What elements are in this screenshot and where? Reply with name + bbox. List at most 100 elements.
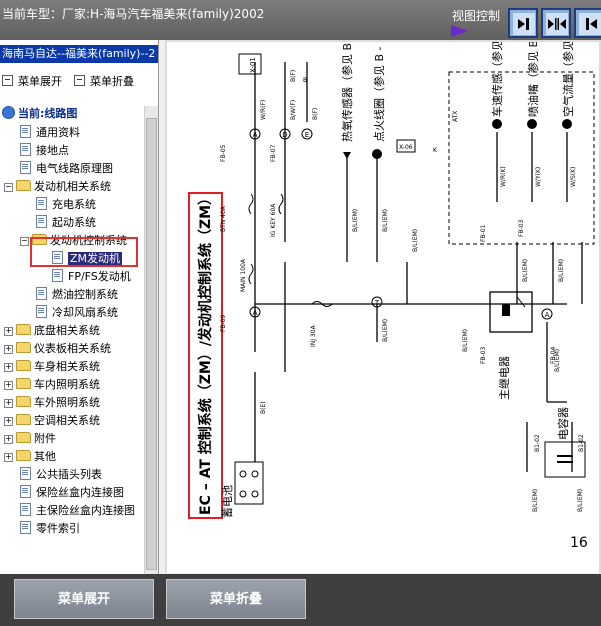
label-wr-f: W/R(F) (260, 100, 267, 120)
tree-root[interactable]: 当前:线路图 (2, 106, 77, 122)
tree-item-label: FP/FS发动机 (68, 270, 131, 283)
tree-item-label: 发动机相关系统 (34, 180, 111, 193)
label-atx: ATX (452, 111, 459, 122)
document-icon (20, 467, 31, 480)
tree-item-label: 车外照明系统 (34, 396, 100, 409)
label-bl-em-4: B/L(EM) (382, 319, 389, 342)
tree-item[interactable]: + 车身相关系统 (4, 359, 100, 375)
arrow-right-bar-icon (513, 13, 535, 35)
view-right-button[interactable] (508, 8, 538, 38)
tree-item[interactable]: + 底盘相关系统 (4, 323, 100, 339)
document-icon (52, 269, 63, 282)
expand-box-icon[interactable]: + (4, 417, 13, 426)
collapse-icon (74, 75, 85, 86)
tree-item[interactable]: 公共插头列表 (20, 467, 102, 483)
split-arrows-icon (546, 13, 568, 35)
label-x01: X-01 (249, 57, 257, 73)
tree-item[interactable]: + 车内照明系统 (4, 377, 100, 393)
tree-view: 当前:线路图 通用资料 接地点 电气线路原理图 − 发动机相关系统 充电系统 起动… (0, 106, 144, 574)
tree-vertical-scrollbar[interactable] (144, 106, 158, 576)
collapse-box-icon[interactable]: − (4, 183, 13, 192)
expand-box-icon[interactable]: + (4, 381, 13, 390)
tree-item-label: 起动系统 (52, 216, 96, 229)
label-bl-em-1: B/L(EM) (352, 209, 359, 232)
document-icon (36, 287, 47, 300)
menu-collapse-button[interactable]: 菜单折叠 (166, 579, 306, 619)
label-b-e: B(E) (260, 401, 267, 414)
expand-box-icon[interactable]: + (4, 453, 13, 462)
expand-box-icon[interactable]: + (4, 399, 13, 408)
collapse-box-icon[interactable]: − (20, 237, 29, 246)
tree-item-label: 车身相关系统 (34, 360, 100, 373)
view-control-label: 视图控制 (452, 9, 501, 23)
label-bl-em-2: B/L(EM) (382, 209, 389, 232)
tree-item-label: 保险丝盒内连接图 (36, 486, 124, 499)
left-panel: 海南马自达--福美来(family)--2 菜单展开 菜单折叠 当前:线路图 通… (0, 40, 159, 590)
label-b-f2: B(F) (290, 70, 297, 82)
document-icon (36, 197, 47, 210)
document-icon (20, 125, 31, 138)
tree-item[interactable]: − 发动机相关系统 (4, 179, 111, 195)
expand-box-icon[interactable]: + (4, 435, 13, 444)
tree-item-label: 底盘相关系统 (34, 324, 100, 337)
tree-item-label: 零件索引 (36, 522, 80, 535)
tree-item[interactable]: FP/FS发动机 (52, 269, 131, 285)
tree-item-label: 公共插头列表 (36, 468, 102, 481)
document-icon (20, 503, 31, 516)
page-number: 16 (570, 535, 588, 551)
caption-main-relay: 主继电器 (498, 356, 511, 400)
expand-box-icon[interactable]: + (4, 327, 13, 336)
tree-item[interactable]: + 附件 (4, 431, 56, 447)
tree-item[interactable]: 保险丝盒内连接图 (20, 485, 124, 501)
label-bw-f: B/W(F) (290, 100, 297, 120)
folder-icon (16, 396, 31, 407)
tree-item[interactable]: + 空调相关系统 (4, 413, 100, 429)
tree-item-label: 仪表板相关系统 (34, 342, 111, 355)
tree-item[interactable]: 零件索引 (20, 521, 80, 537)
caption-oxygen-sensor: 热氧传感器（参见 B - 1e） (340, 42, 354, 142)
tree-item-label: 电气线路原理图 (36, 162, 113, 175)
tree-item[interactable]: 通用资料 (20, 125, 80, 141)
document-icon (20, 143, 31, 156)
menu-expand-small-label: 菜单展开 (18, 75, 62, 88)
tree-item[interactable]: 起动系统 (36, 215, 96, 231)
view-split-button[interactable] (541, 8, 571, 38)
tree-item[interactable]: 充电系统 (36, 197, 96, 213)
document-icon (36, 305, 47, 318)
tree-item-label: 主保险丝盒内连接图 (36, 504, 135, 517)
diagram-viewer[interactable]: EC – AT 控制系统（ZM）/发动机控制系统（ZM） 16 X-01 A D… (165, 40, 601, 573)
tree-item[interactable]: + 车外照明系统 (4, 395, 100, 411)
tree-item[interactable]: 电气线路原理图 (20, 161, 113, 177)
menu-expand-button[interactable]: 菜单展开 (14, 579, 154, 619)
tree-item-label: 通用资料 (36, 126, 80, 139)
menu-collapse-small-button[interactable]: 菜单折叠 (74, 73, 134, 89)
menu-expand-small-button[interactable]: 菜单展开 (2, 73, 62, 89)
tree-item[interactable]: + 其他 (4, 449, 56, 465)
label-b102b: B1-02 (578, 434, 585, 452)
tree-item[interactable]: 主保险丝盒内连接图 (20, 503, 135, 519)
fit-icon (579, 13, 601, 35)
expand-icon (2, 75, 13, 86)
tree-item[interactable]: + 仪表板相关系统 (4, 341, 111, 357)
label-igkey60a: IG KEY 60A (270, 203, 277, 237)
top-bar: 当前车型：厂家:H-海马汽车福美来(family)2002 视图控制 (0, 0, 601, 40)
label-fb03: FB-03 (518, 219, 525, 237)
folder-icon (16, 414, 31, 425)
tree-item[interactable]: 燃油控制系统 (36, 287, 118, 303)
scrollbar-thumb[interactable] (146, 118, 157, 570)
label-fb05: FB-05 (220, 144, 227, 162)
tree-item-label: 空调相关系统 (34, 414, 100, 427)
svg-text:A: A (545, 311, 550, 319)
tree-item[interactable]: 冷却风扇系统 (36, 305, 118, 321)
expand-box-icon[interactable]: + (4, 345, 13, 354)
label-ws-k: W/S(K) (570, 167, 577, 187)
label-fb03b: FB-03 (480, 346, 487, 364)
label-b: B (303, 77, 307, 84)
label-bl-em-3: B/L(EM) (412, 229, 419, 252)
tree-item[interactable]: 接地点 (20, 143, 69, 159)
tree-root-label: 当前:线路图 (18, 107, 78, 120)
view-fit-button[interactable] (574, 8, 601, 38)
expand-box-icon[interactable]: + (4, 363, 13, 372)
label-b-f: B(F) (312, 108, 319, 120)
label-k: K (433, 147, 438, 154)
